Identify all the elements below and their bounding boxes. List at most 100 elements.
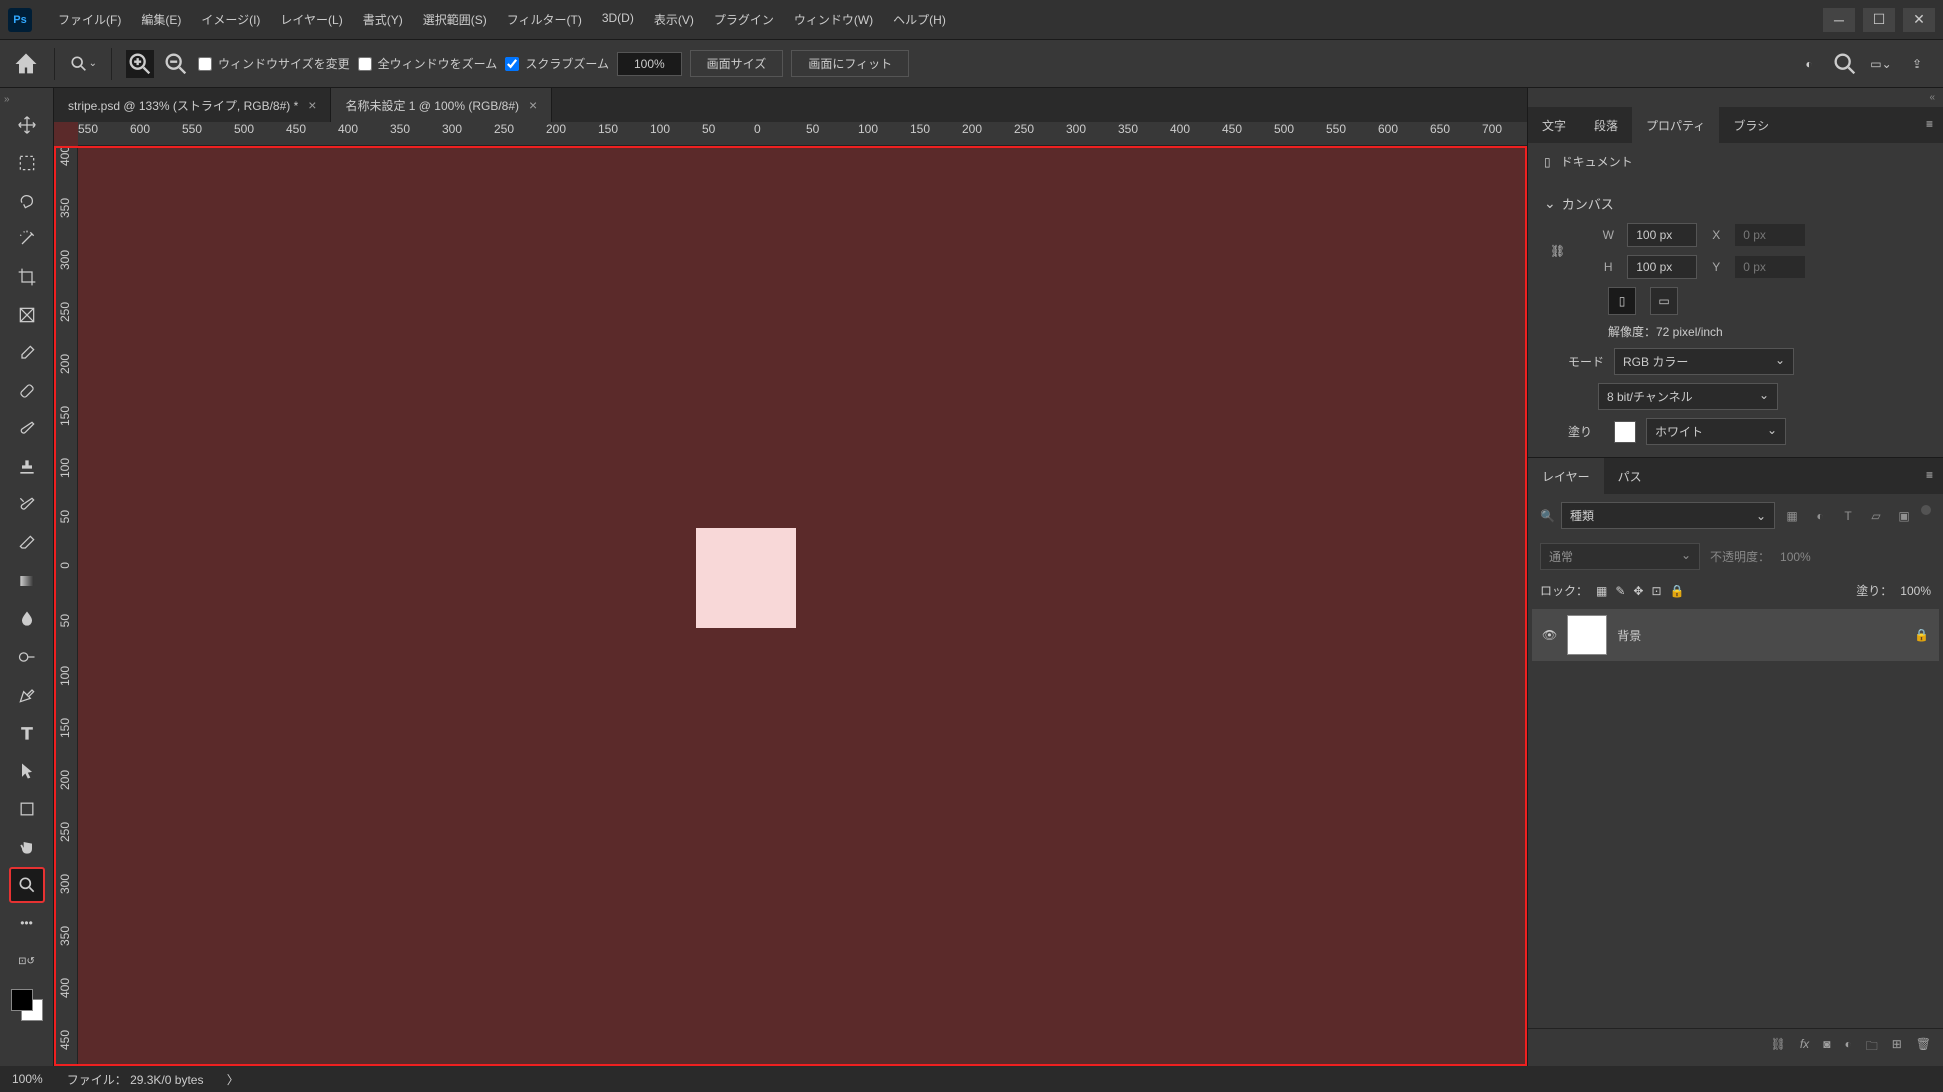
layer-background[interactable]: 👁 背景 🔒 xyxy=(1532,609,1939,661)
path-select-tool[interactable] xyxy=(9,753,45,789)
canvas-viewport[interactable] xyxy=(54,146,1527,1066)
file-info[interactable]: ファイル： 29.3K/0 bytes 〉 xyxy=(67,1071,239,1088)
layer-filter-select[interactable]: 種類⌄ xyxy=(1561,502,1775,529)
frame-tool[interactable] xyxy=(9,297,45,333)
close-icon[interactable]: × xyxy=(529,97,537,113)
menu-layer[interactable]: レイヤー(L) xyxy=(270,5,352,34)
tab-paths[interactable]: パス xyxy=(1604,458,1656,494)
filter-shape-icon[interactable]: ▱ xyxy=(1865,505,1887,527)
zoom-in-icon[interactable] xyxy=(126,50,154,78)
filter-adjust-icon[interactable]: ◐ xyxy=(1809,505,1831,527)
menu-3d[interactable]: 3D(D) xyxy=(592,5,644,34)
color-mode-select[interactable]: RGB カラー⌄ xyxy=(1614,348,1794,375)
lock-all-icon[interactable]: 🔒 xyxy=(1670,584,1685,598)
delete-icon[interactable]: 🗑 xyxy=(1916,1037,1931,1058)
tab-brush[interactable]: ブラシ xyxy=(1719,107,1783,143)
filter-toggle[interactable] xyxy=(1921,505,1931,515)
minimize-button[interactable]: ─ xyxy=(1823,8,1855,32)
filter-smart-icon[interactable]: ▣ xyxy=(1893,505,1915,527)
menu-file[interactable]: ファイル(F) xyxy=(48,5,131,34)
lock-artboard-icon[interactable]: ⊡ xyxy=(1651,584,1661,598)
menu-window[interactable]: ウィンドウ(W) xyxy=(784,5,883,34)
lock-paint-icon[interactable]: ✎ xyxy=(1615,584,1625,598)
dodge-tool[interactable] xyxy=(9,639,45,675)
new-layer-icon[interactable]: ⊞ xyxy=(1892,1037,1902,1058)
zoom-out-icon[interactable] xyxy=(162,50,190,78)
opacity-value[interactable]: 100% xyxy=(1780,550,1811,564)
lock-icon[interactable]: 🔒 xyxy=(1914,628,1929,642)
type-tool[interactable] xyxy=(9,715,45,751)
link-layers-icon[interactable]: ⛓ xyxy=(1771,1037,1786,1058)
tab-properties[interactable]: プロパティ xyxy=(1632,107,1719,143)
adjustment-icon[interactable]: ◐ xyxy=(1844,1037,1851,1058)
search-icon[interactable] xyxy=(1831,50,1859,78)
panel-menu-icon[interactable]: ≡ xyxy=(1916,458,1943,494)
mask-icon[interactable]: ◙ xyxy=(1823,1037,1830,1058)
menu-edit[interactable]: 編集(E) xyxy=(131,5,191,34)
shape-tool[interactable] xyxy=(9,791,45,827)
fx-icon[interactable]: fx xyxy=(1800,1037,1809,1058)
edit-toolbar[interactable]: ⊡↺ xyxy=(9,943,45,979)
zoom-percent-button[interactable]: 100% xyxy=(617,52,682,76)
orientation-landscape[interactable]: ▭ xyxy=(1650,287,1678,315)
fill-opacity-value[interactable]: 100% xyxy=(1900,584,1931,598)
group-icon[interactable]: 🗀 xyxy=(1866,1037,1878,1058)
link-icon[interactable]: ⛓ xyxy=(1550,244,1565,258)
zoom-tool-icon[interactable]: ⌄ xyxy=(69,50,97,78)
tab-layers[interactable]: レイヤー xyxy=(1528,458,1604,494)
close-button[interactable]: ✕ xyxy=(1903,8,1935,32)
home-icon[interactable] xyxy=(12,50,40,78)
tab-paragraph[interactable]: 段落 xyxy=(1580,107,1632,143)
resize-window-checkbox[interactable]: ウィンドウサイズを変更 xyxy=(198,55,350,72)
canvas[interactable] xyxy=(696,528,796,628)
pen-tool[interactable] xyxy=(9,677,45,713)
canvas-section-toggle[interactable]: カンバス xyxy=(1544,188,1927,219)
history-brush-tool[interactable] xyxy=(9,487,45,523)
lasso-tool[interactable] xyxy=(9,183,45,219)
zoom-tool[interactable] xyxy=(9,867,45,903)
menu-filter[interactable]: フィルター(T) xyxy=(497,5,592,34)
blend-mode-select[interactable]: 通常⌄ xyxy=(1540,543,1700,570)
filter-text-icon[interactable]: T xyxy=(1837,505,1859,527)
wand-tool[interactable] xyxy=(9,221,45,257)
filter-pixel-icon[interactable]: ▦ xyxy=(1781,505,1803,527)
lock-trans-icon[interactable]: ▦ xyxy=(1596,584,1607,598)
maximize-button[interactable]: ☐ xyxy=(1863,8,1895,32)
scrub-zoom-checkbox[interactable]: スクラブズーム xyxy=(505,55,609,72)
hand-tool[interactable] xyxy=(9,829,45,865)
more-tools[interactable]: ••• xyxy=(9,905,45,941)
tab-character[interactable]: 文字 xyxy=(1528,107,1580,143)
move-tool[interactable] xyxy=(9,107,45,143)
menu-image[interactable]: イメージ(I) xyxy=(191,5,270,34)
menu-help[interactable]: ヘルプ(H) xyxy=(883,5,956,34)
layer-thumbnail[interactable] xyxy=(1567,615,1607,655)
height-input[interactable] xyxy=(1627,255,1697,279)
lock-pos-icon[interactable]: ✥ xyxy=(1633,584,1643,598)
menu-view[interactable]: 表示(V) xyxy=(644,5,704,34)
orientation-portrait[interactable]: ▯ xyxy=(1608,287,1636,315)
crop-tool[interactable] xyxy=(9,259,45,295)
share-icon[interactable]: ⇪ xyxy=(1903,50,1931,78)
tab-stripe[interactable]: stripe.psd @ 133% (ストライプ, RGB/8#) *× xyxy=(54,88,331,122)
layer-name[interactable]: 背景 xyxy=(1617,627,1641,644)
zoom-all-checkbox[interactable]: 全ウィンドウをズーム xyxy=(358,55,498,72)
fill-swatch[interactable] xyxy=(1614,421,1636,443)
cloud-icon[interactable]: ◐ xyxy=(1795,50,1823,78)
bit-depth-select[interactable]: 8 bit/チャンネル⌄ xyxy=(1598,383,1778,410)
zoom-status[interactable]: 100% xyxy=(12,1072,43,1086)
foreground-color[interactable] xyxy=(11,989,33,1011)
fit-screen-button[interactable]: 画面にフィット xyxy=(791,50,909,77)
eyedropper-tool[interactable] xyxy=(9,335,45,371)
eraser-tool[interactable] xyxy=(9,525,45,561)
marquee-tool[interactable] xyxy=(9,145,45,181)
color-swatches[interactable] xyxy=(11,989,43,1021)
frame-mode-icon[interactable]: ▭⌄ xyxy=(1867,50,1895,78)
panel-menu-icon[interactable]: ≡ xyxy=(1916,107,1943,143)
blur-tool[interactable] xyxy=(9,601,45,637)
close-icon[interactable]: × xyxy=(308,97,316,113)
actual-size-button[interactable]: 画面サイズ xyxy=(690,50,784,77)
menu-select[interactable]: 選択範囲(S) xyxy=(413,5,497,34)
gradient-tool[interactable] xyxy=(9,563,45,599)
brush-tool[interactable] xyxy=(9,411,45,447)
width-input[interactable] xyxy=(1627,223,1697,247)
